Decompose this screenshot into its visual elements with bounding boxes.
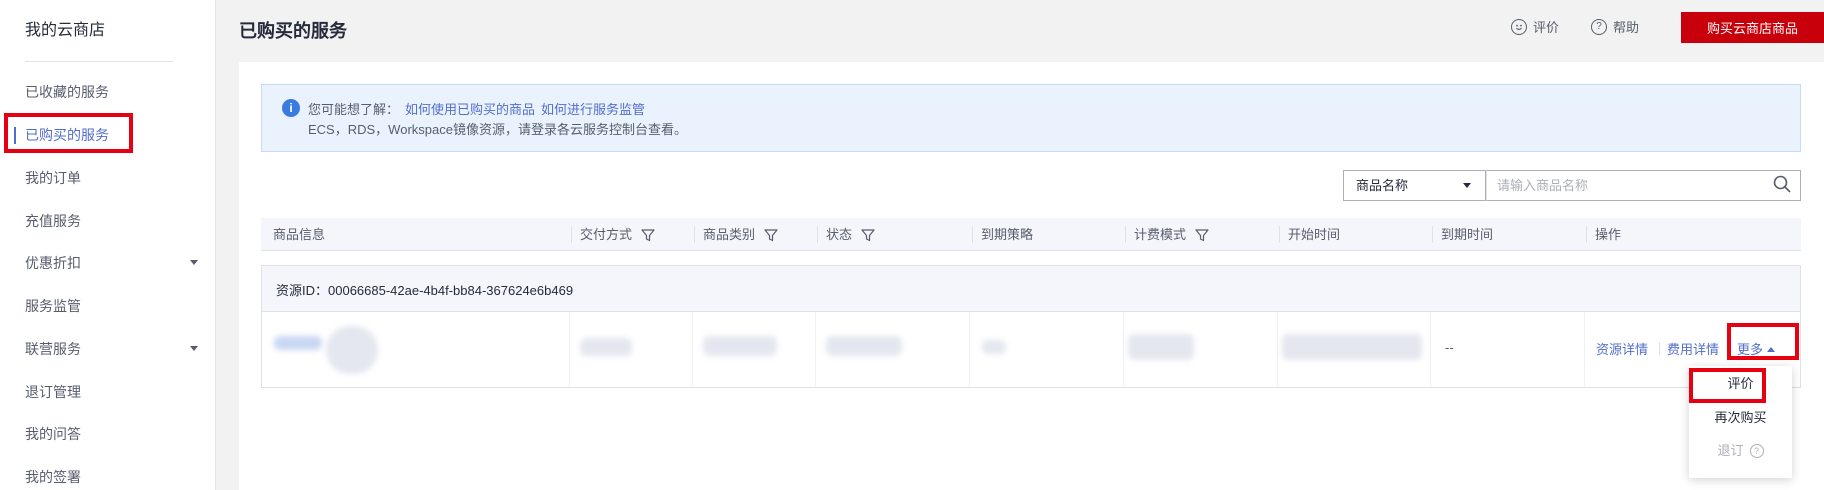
column-label: 状态 (826, 227, 853, 242)
search-input[interactable] (1486, 170, 1801, 201)
buy-marketplace-product-button[interactable]: 购买云商店商品 (1681, 12, 1824, 43)
search-icon (1773, 175, 1791, 193)
column-label: 商品类别 (703, 227, 756, 242)
table-row: -- 资源详情 费用详情 更多 (261, 312, 1801, 388)
highlight-box (4, 113, 133, 153)
column-label: 到期策略 (981, 227, 1034, 242)
sidebar-item-label: 已收藏的服务 (25, 84, 109, 100)
sidebar-title: 我的云商店 (25, 22, 106, 39)
search-field-select[interactable]: 商品名称 (1343, 170, 1486, 201)
sidebar-divider (25, 61, 173, 62)
sidebar-item-unsubscribe[interactable]: 退订管理 (0, 371, 216, 414)
page-title: 已购买的服务 (239, 21, 347, 41)
smile-icon (1511, 18, 1527, 35)
help-label: 帮助 (1613, 20, 1640, 35)
sidebar-item-label: 服务监管 (25, 298, 81, 314)
blurred-value (826, 336, 902, 356)
blurred-product-link[interactable] (274, 336, 322, 350)
highlight-box (1727, 323, 1799, 360)
sidebar-item-label: 我的问答 (25, 426, 81, 442)
highlight-box (1689, 368, 1766, 403)
filter-icon[interactable] (763, 227, 779, 243)
sidebar-item-label: 充值服务 (25, 213, 81, 229)
column-label: 到期时间 (1441, 227, 1494, 242)
how-to-supervise-link[interactable]: 如何进行服务监管 (541, 102, 645, 117)
column-header-category: 商品类别 (694, 218, 779, 251)
search-field-value: 商品名称 (1356, 178, 1409, 193)
blurred-value (703, 336, 777, 356)
column-header-actions: 操作 (1586, 218, 1622, 251)
notice-line-1: 您可能想了解： 如何使用已购买的商品 如何进行服务监管 (308, 99, 645, 118)
blurred-product-image (326, 326, 378, 374)
column-header-product: 商品信息 (273, 218, 325, 251)
column-header-end-time: 到期时间 (1432, 218, 1494, 251)
sidebar: 我的云商店 已收藏的服务 已购买的服务 我的订单 充值服务 优惠折扣 服务监管 … (0, 0, 216, 490)
search-button[interactable] (1767, 172, 1797, 199)
column-header-start-time: 开始时间 (1279, 218, 1341, 251)
sidebar-item-label: 退订管理 (25, 384, 81, 400)
column-label: 交付方式 (580, 227, 633, 242)
sidebar-item-recharge[interactable]: 充值服务 (0, 200, 216, 243)
filter-icon[interactable] (860, 227, 876, 243)
caret-down-icon (190, 260, 198, 265)
resource-id: 资源ID：00066685-42ae-4b4f-bb84-367624e6b46… (276, 283, 574, 298)
question-icon: ? (1749, 444, 1764, 458)
question-icon: ? (1591, 18, 1607, 35)
column-header-billing-mode: 计费模式 (1125, 218, 1210, 251)
column-label: 商品信息 (273, 227, 326, 242)
filter-icon[interactable] (1194, 227, 1210, 243)
sidebar-item-discounts[interactable]: 优惠折扣 (0, 242, 216, 285)
sidebar-item-label: 联营服务 (25, 341, 81, 357)
how-to-use-link[interactable]: 如何使用已购买的商品 (405, 102, 535, 117)
filter-icon[interactable] (640, 227, 656, 243)
sidebar-item-favorites[interactable]: 已收藏的服务 (0, 71, 216, 114)
resource-detail-link[interactable]: 资源详情 (1596, 339, 1648, 358)
info-icon: i (282, 99, 300, 117)
expire-time-value: -- (1445, 340, 1454, 355)
info-notice: i 您可能想了解： 如何使用已购买的商品 如何进行服务监管 ECS，RDS，Work… (261, 84, 1801, 152)
sidebar-item-label: 我的订单 (25, 170, 81, 186)
caret-down-icon (190, 346, 198, 351)
sidebar-item-signatures[interactable]: 我的签署 (0, 456, 216, 490)
resource-group-row: 资源ID：00066685-42ae-4b4f-bb84-367624e6b46… (261, 265, 1801, 312)
sidebar-item-label: 优惠折扣 (25, 255, 81, 271)
column-header-expiry-policy: 到期策略 (972, 218, 1034, 251)
sidebar-item-qa[interactable]: 我的问答 (0, 413, 216, 456)
sidebar-item-label: 我的签署 (25, 469, 81, 485)
dropdown-item-unsubscribe: 退订? (1689, 435, 1792, 467)
table-header: 商品信息 交付方式 商品类别 状态 到期策略 计费模式 开始时间 到期时间 操作 (261, 218, 1801, 251)
rate-label: 评价 (1533, 20, 1560, 35)
sidebar-item-supervision[interactable]: 服务监管 (0, 285, 216, 328)
sidebar-item-orders[interactable]: 我的订单 (0, 157, 216, 200)
column-header-delivery: 交付方式 (571, 218, 656, 251)
notice-prefix: 您可能想了解： (308, 102, 400, 117)
help-link[interactable]: ? 帮助 (1591, 17, 1639, 36)
dropdown-item-buy-again[interactable]: 再次购买 (1689, 402, 1792, 434)
blurred-value (1128, 334, 1194, 360)
column-header-status: 状态 (817, 218, 876, 251)
column-label: 计费模式 (1134, 227, 1187, 242)
unsubscribe-label: 退订 (1717, 443, 1744, 458)
column-label: 操作 (1595, 227, 1622, 242)
notice-line-2: ECS，RDS，Workspace镜像资源，请登录各云服务控制台查看。 (308, 122, 687, 137)
sidebar-item-joint-services[interactable]: 联营服务 (0, 328, 216, 371)
blurred-value (982, 340, 1006, 354)
blurred-value (580, 338, 632, 356)
caret-down-icon (1463, 183, 1471, 188)
column-label: 开始时间 (1288, 227, 1341, 242)
blurred-value (1282, 334, 1422, 360)
rate-link[interactable]: 评价 (1511, 17, 1559, 36)
fee-detail-link[interactable]: 费用详情 (1667, 339, 1719, 358)
